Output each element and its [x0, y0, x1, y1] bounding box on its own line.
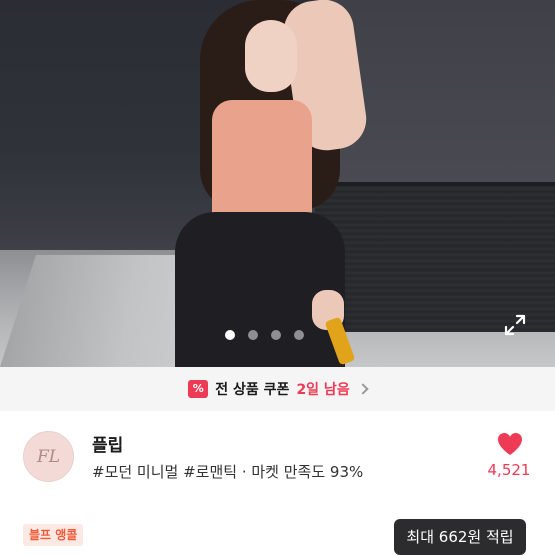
pagination-dot[interactable]	[271, 330, 281, 340]
gallery-pagination	[225, 330, 304, 340]
shop-logo-text: FL	[36, 446, 61, 467]
shop-logo[interactable]: FL	[23, 431, 74, 482]
heart-icon[interactable]	[497, 432, 523, 456]
promo-badge: 블프 앵콜	[23, 524, 84, 546]
percent-coupon-icon: %	[188, 380, 209, 398]
pagination-dot[interactable]	[294, 330, 304, 340]
shop-info[interactable]: FL 플립 #모던 미니멀 #로맨틱 · 마켓 만족도 93% 4,521	[0, 411, 555, 505]
like-count: 4,521	[487, 461, 531, 479]
pagination-dot[interactable]	[248, 330, 258, 340]
model-pants	[175, 212, 345, 367]
shop-name[interactable]: 플립	[92, 431, 123, 456]
shop-tags: #모던 미니멀 #로맨틱 · 마켓 만족도 93%	[92, 463, 364, 481]
coupon-text: 전 상품 쿠폰	[215, 382, 290, 398]
expand-icon[interactable]	[503, 313, 527, 337]
model-face	[245, 20, 297, 92]
product-image[interactable]	[0, 0, 555, 367]
points-tooltip: 최대 662원 적립	[394, 519, 526, 555]
model-top	[212, 100, 312, 218]
coupon-banner[interactable]: % 전 상품 쿠폰 2일 남음	[0, 367, 555, 411]
chevron-right-icon	[357, 383, 369, 395]
background-sofa	[315, 182, 555, 332]
pagination-dot-active[interactable]	[225, 330, 235, 340]
coupon-days-left: 2일 남음	[296, 382, 350, 398]
